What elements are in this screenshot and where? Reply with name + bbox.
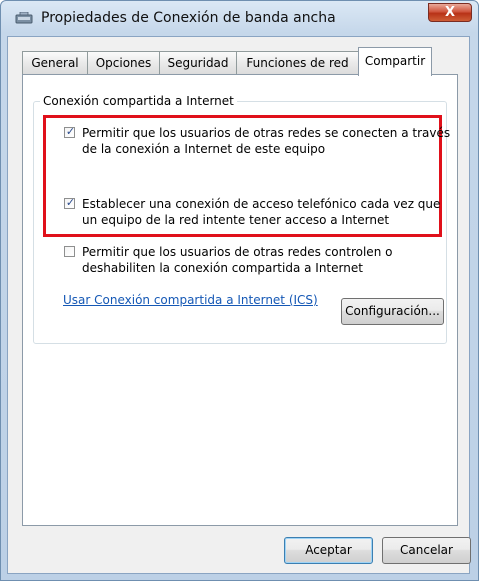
tab-compartir[interactable]: Compartir [358, 47, 432, 76]
cancel-button[interactable]: Cancelar [382, 537, 471, 564]
configuration-button[interactable]: Configuración... [341, 298, 444, 325]
allow-connect-label: Permitir que los usuarios de otras redes… [82, 126, 451, 156]
allow-connect-checkbox[interactable]: ✓ [64, 125, 76, 138]
dial-on-demand-checkbox[interactable]: ✓ [64, 196, 76, 209]
tab-opciones[interactable]: Opciones [87, 51, 160, 74]
network-connection-icon [15, 12, 33, 24]
checkmark-icon: ✓ [65, 196, 76, 209]
window-title: Propiedades de Conexión de banda ancha [41, 10, 336, 26]
group-title: Conexión compartida a Internet [40, 94, 237, 108]
allow-control-label: Permitir que los usuarios de otras redes… [82, 245, 393, 275]
tab-funciones-de-red[interactable]: Funciones de red [236, 51, 359, 74]
tab-general[interactable]: General [22, 51, 88, 74]
close-button[interactable]: X [428, 3, 472, 22]
dial-on-demand-label: Establecer una conexión de acceso telefó… [82, 197, 441, 227]
ics-help-link[interactable]: Usar Conexión compartida a Internet (ICS… [63, 293, 318, 307]
allow-control-checkbox[interactable] [64, 246, 75, 257]
title-bar[interactable]: Propiedades de Conexión de banda ancha X [1, 1, 478, 37]
checkmark-icon: ✓ [65, 125, 76, 138]
close-icon: X [444, 5, 456, 20]
tab-seguridad[interactable]: Seguridad [159, 51, 237, 74]
ok-button[interactable]: Aceptar [284, 537, 373, 564]
